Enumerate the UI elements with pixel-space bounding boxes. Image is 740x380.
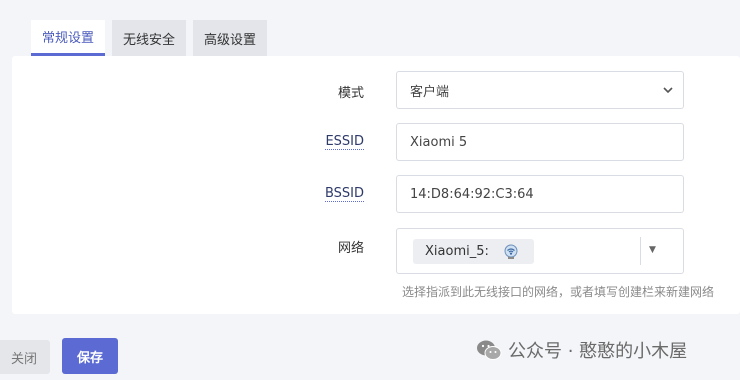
wireless-network-icon	[504, 244, 518, 259]
tab-advanced-settings[interactable]: 高级设置	[193, 20, 268, 56]
bssid-label[interactable]: BSSID	[324, 186, 364, 202]
tab-general-settings[interactable]: 常规设置	[31, 20, 106, 56]
essid-value: Xiaomi 5	[410, 134, 468, 150]
network-chip-label: Xiaomi_5:	[425, 244, 489, 259]
dropdown-caret-icon[interactable]: ▼	[649, 245, 656, 255]
dropdown-separator	[640, 237, 641, 265]
close-button[interactable]: 关闭	[0, 340, 50, 374]
network-label: 网络	[337, 241, 364, 256]
wireless-settings-page: 常规设置 无线安全 高级设置 模式 客户端 ESSID Xiaomi 5 BSS…	[0, 0, 740, 380]
bssid-value: 14:D8:64:92:C3:64	[410, 186, 534, 202]
save-button[interactable]: 保存	[62, 338, 118, 374]
wechat-icon	[477, 340, 502, 360]
watermark: 公众号 · 憨憨的小木屋	[476, 337, 687, 363]
mode-select-value: 客户端	[410, 84, 450, 100]
chevron-down-icon	[663, 87, 673, 94]
essid-input[interactable]: Xiaomi 5	[396, 123, 684, 161]
settings-tabs: 常规设置 无线安全 高级设置	[31, 20, 268, 56]
network-multiselect[interactable]: Xiaomi_5: ▼	[396, 228, 684, 274]
essid-label[interactable]: ESSID	[325, 134, 364, 150]
network-hint: 选择指派到此无线接口的网络，或者填写创建栏来新建网络	[402, 285, 715, 299]
mode-select[interactable]: 客户端	[396, 71, 684, 109]
tab-wireless-security[interactable]: 无线安全	[112, 20, 187, 56]
watermark-text: 公众号 · 憨憨的小木屋	[508, 341, 688, 362]
network-chip[interactable]: Xiaomi_5:	[413, 239, 534, 264]
mode-label: 模式	[337, 86, 364, 101]
bssid-input[interactable]: 14:D8:64:92:C3:64	[396, 175, 684, 213]
settings-panel: 模式 客户端 ESSID Xiaomi 5 BSSID 14:D8:64:92:…	[12, 56, 740, 314]
